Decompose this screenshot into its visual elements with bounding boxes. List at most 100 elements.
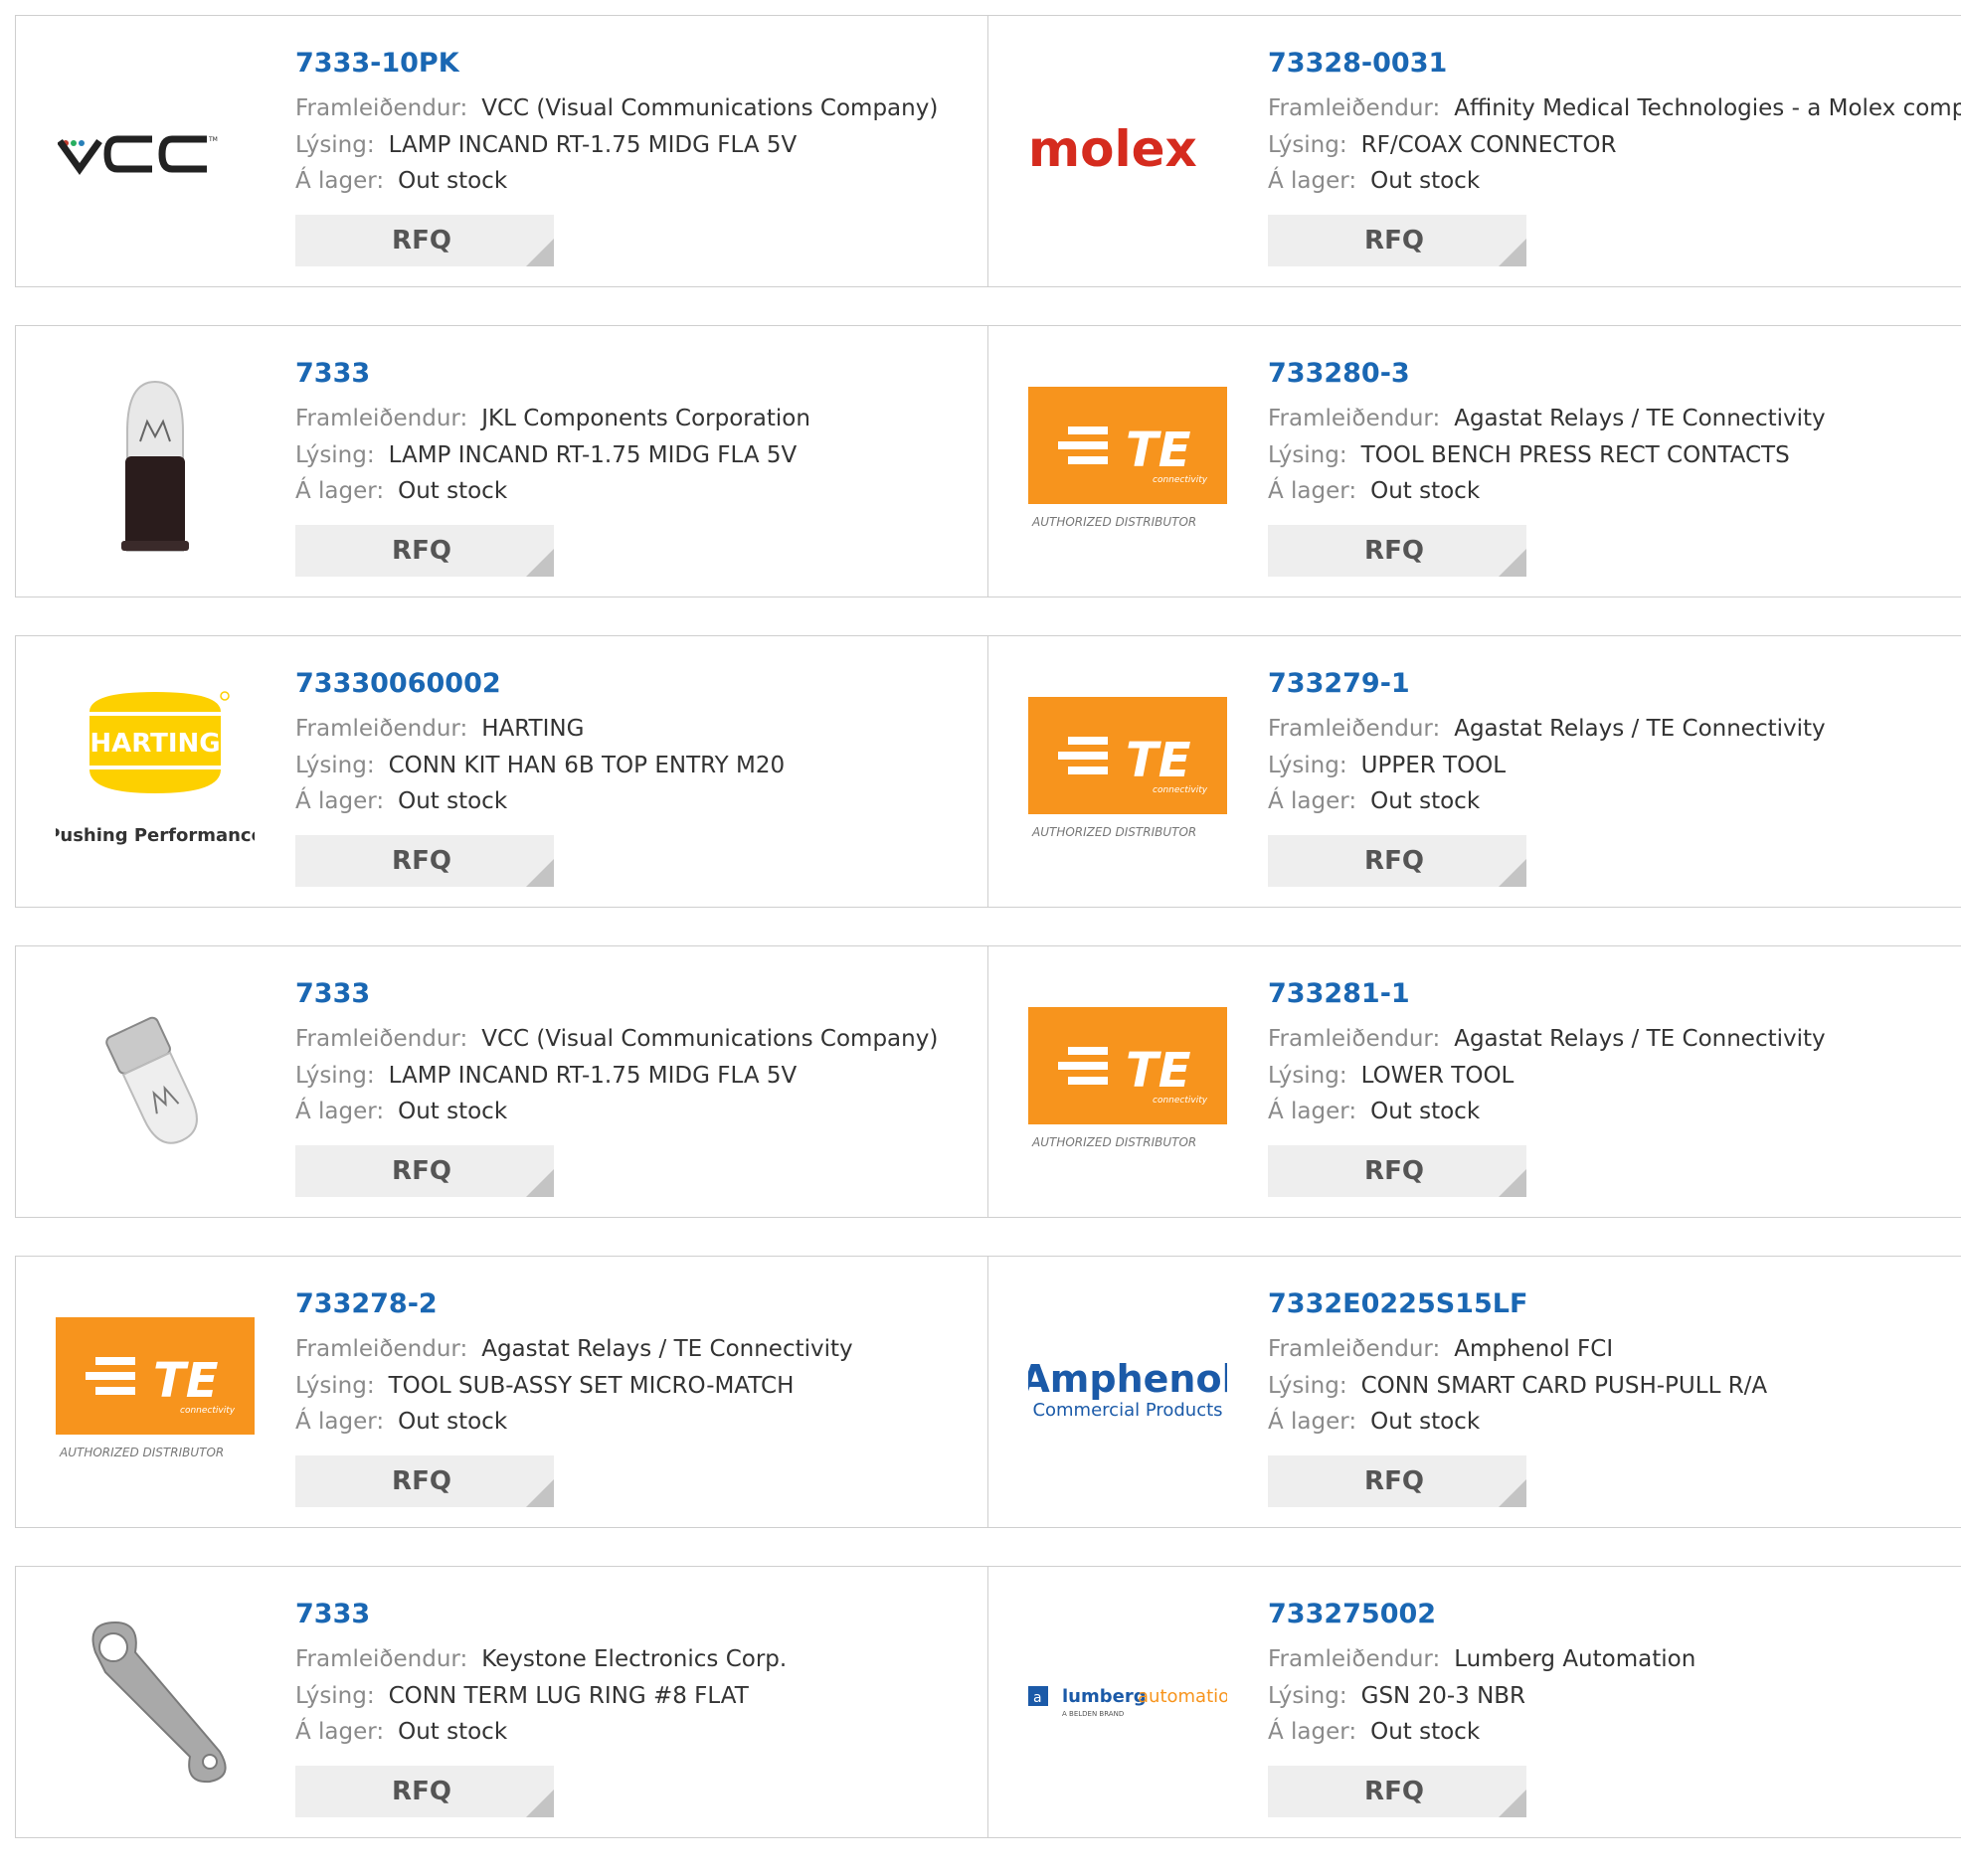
- part-number-link[interactable]: 733281-1: [1268, 978, 1410, 1009]
- stock-value: Out stock: [398, 478, 508, 504]
- product-card: a lumberg automation A BELDEN BRAND 7332…: [988, 1567, 1961, 1837]
- manufacturer-row: Framleiðendur: VCC (Visual Communications…: [295, 95, 938, 121]
- manufacturer-row: Framleiðendur: Amphenol FCI: [1268, 1336, 1613, 1362]
- rfq-button[interactable]: RFQ: [295, 525, 554, 577]
- te-connectivity-logo: TE connectivity AUTHORIZED DISTRIBUTOR: [1028, 362, 1227, 561]
- manufacturer-value: Agastat Relays / TE Connectivity: [1454, 716, 1826, 742]
- rfq-button[interactable]: RFQ: [295, 1455, 554, 1507]
- lumberg-logo-sub: A BELDEN BRAND: [1062, 1710, 1124, 1718]
- description-value: CONN SMART CARD PUSH-PULL R/A: [1360, 1373, 1768, 1399]
- rfq-button[interactable]: RFQ: [1268, 525, 1526, 577]
- stock-label: Á lager:: [295, 168, 385, 194]
- description-label: Lýsing:: [295, 442, 375, 468]
- rfq-button[interactable]: RFQ: [1268, 215, 1526, 266]
- part-number-link[interactable]: 733279-1: [1268, 668, 1410, 699]
- ring-lug-photo: [56, 1603, 255, 1801]
- stock-label: Á lager:: [295, 1719, 385, 1745]
- te-logo-sub: connectivity: [1153, 785, 1208, 795]
- rfq-button[interactable]: RFQ: [1268, 835, 1526, 887]
- manufacturer-label: Framleiðendur:: [1268, 1026, 1441, 1052]
- stock-label: Á lager:: [1268, 1409, 1357, 1435]
- manufacturer-value: Agastat Relays / TE Connectivity: [1454, 406, 1826, 431]
- description-row: Lýsing: CONN KIT HAN 6B TOP ENTRY M20: [295, 753, 785, 778]
- manufacturer-label: Framleiðendur:: [295, 1336, 468, 1362]
- rfq-label: RFQ: [1364, 1777, 1424, 1806]
- product-card: TE connectivity AUTHORIZED DISTRIBUTOR 7…: [988, 326, 1961, 597]
- rfq-label: RFQ: [1364, 1466, 1424, 1496]
- description-value: CONN TERM LUG RING #8 FLAT: [388, 1683, 749, 1709]
- te-logo-sub: connectivity: [1153, 475, 1208, 485]
- rfq-button[interactable]: RFQ: [295, 835, 554, 887]
- product-card: 7333 Framleiðendur: JKL Components Corpor…: [16, 326, 988, 597]
- product-row: 7333 Framleiðendur: VCC (Visual Communica…: [15, 945, 1961, 1218]
- description-value: RF/COAX CONNECTOR: [1360, 132, 1617, 158]
- stock-label: Á lager:: [295, 788, 385, 814]
- description-row: Lýsing: CONN TERM LUG RING #8 FLAT: [295, 1683, 749, 1709]
- description-value: TOOL BENCH PRESS RECT CONTACTS: [1360, 442, 1790, 468]
- te-logo-text: TE: [153, 1353, 219, 1409]
- rfq-label: RFQ: [392, 226, 451, 256]
- rfq-button[interactable]: RFQ: [295, 1766, 554, 1817]
- manufacturer-label: Framleiðendur:: [1268, 1646, 1441, 1672]
- stock-label: Á lager:: [1268, 168, 1357, 194]
- product-row: 7333 Framleiðendur: Keystone Electronics …: [15, 1566, 1961, 1838]
- lamp-bulb-photo: [56, 982, 255, 1181]
- part-number-link[interactable]: 733278-2: [295, 1288, 438, 1319]
- description-row: Lýsing: LAMP INCAND RT-1.75 MIDG FLA 5V: [295, 132, 797, 158]
- part-number-link[interactable]: 7332E0225S15LF: [1268, 1288, 1527, 1319]
- harting-logo-text: HARTING: [89, 729, 220, 759]
- part-number-link[interactable]: 7333-10PK: [295, 48, 459, 79]
- manufacturer-value: HARTING: [481, 716, 585, 742]
- manufacturer-row: Framleiðendur: JKL Components Corporation: [295, 406, 810, 431]
- part-number-link[interactable]: 7333: [295, 358, 370, 389]
- lumberg-automation-logo: a lumberg automation A BELDEN BRAND: [1028, 1603, 1227, 1801]
- manufacturer-row: Framleiðendur: HARTING: [295, 716, 584, 742]
- lumberg-logo-text-b: automation: [1138, 1686, 1227, 1707]
- description-label: Lýsing:: [295, 132, 375, 158]
- description-label: Lýsing:: [295, 1373, 375, 1399]
- rfq-button[interactable]: RFQ: [295, 215, 554, 266]
- product-row: HARTING Pushing Performance 73330060002 …: [15, 635, 1961, 908]
- manufacturer-value: Amphenol FCI: [1454, 1336, 1614, 1362]
- stock-value: Out stock: [1370, 1719, 1481, 1745]
- stock-value: Out stock: [398, 168, 508, 194]
- rfq-label: RFQ: [1364, 1156, 1424, 1186]
- rfq-button[interactable]: RFQ: [1268, 1766, 1526, 1817]
- manufacturer-row: Framleiðendur: Agastat Relays / TE Connec…: [1268, 716, 1826, 742]
- amphenol-logo-text: Amphenol: [1028, 1357, 1227, 1401]
- manufacturer-label: Framleiðendur:: [1268, 716, 1441, 742]
- part-number-link[interactable]: 7333: [295, 978, 370, 1009]
- description-value: LAMP INCAND RT-1.75 MIDG FLA 5V: [388, 132, 798, 158]
- product-card: HARTING Pushing Performance 73330060002 …: [16, 636, 988, 907]
- description-row: Lýsing: TOOL BENCH PRESS RECT CONTACTS: [1268, 442, 1790, 468]
- manufacturer-label: Framleiðendur:: [295, 95, 468, 121]
- rfq-label: RFQ: [1364, 226, 1424, 256]
- rfq-button[interactable]: RFQ: [1268, 1455, 1526, 1507]
- description-value: TOOL SUB-ASSY SET MICRO-MATCH: [388, 1373, 795, 1399]
- rfq-button[interactable]: RFQ: [1268, 1145, 1526, 1197]
- manufacturer-row: Framleiðendur: Agastat Relays / TE Connec…: [295, 1336, 853, 1362]
- product-card: TM 7333-10PK Framleiðendur: VCC (Visual C…: [16, 16, 988, 286]
- te-connectivity-logo: TE connectivity AUTHORIZED DISTRIBUTOR: [1028, 982, 1227, 1181]
- product-card: molex 73328-0031 Framleiðendur: Affinity …: [988, 16, 1961, 286]
- manufacturer-value: Agastat Relays / TE Connectivity: [481, 1336, 853, 1362]
- rfq-button[interactable]: RFQ: [295, 1145, 554, 1197]
- rfq-label: RFQ: [392, 846, 451, 876]
- stock-row: Á lager: Out stock: [295, 1409, 507, 1435]
- part-number-link[interactable]: 7333: [295, 1599, 370, 1629]
- stock-row: Á lager: Out stock: [295, 788, 507, 814]
- part-number-link[interactable]: 73330060002: [295, 668, 501, 699]
- description-value: GSN 20-3 NBR: [1360, 1683, 1526, 1709]
- part-number-link[interactable]: 733275002: [1268, 1599, 1436, 1629]
- description-row: Lýsing: CONN SMART CARD PUSH-PULL R/A: [1268, 1373, 1767, 1399]
- te-logo-text: TE: [1126, 1043, 1191, 1099]
- lamp-bulb-photo: [56, 362, 255, 561]
- manufacturer-value: Lumberg Automation: [1454, 1646, 1696, 1672]
- part-number-link[interactable]: 73328-0031: [1268, 48, 1447, 79]
- part-number-link[interactable]: 733280-3: [1268, 358, 1410, 389]
- vcc-logo: TM: [56, 52, 255, 251]
- stock-label: Á lager:: [1268, 1099, 1357, 1124]
- rfq-label: RFQ: [392, 536, 451, 566]
- description-row: Lýsing: RF/COAX CONNECTOR: [1268, 132, 1616, 158]
- description-label: Lýsing:: [1268, 442, 1347, 468]
